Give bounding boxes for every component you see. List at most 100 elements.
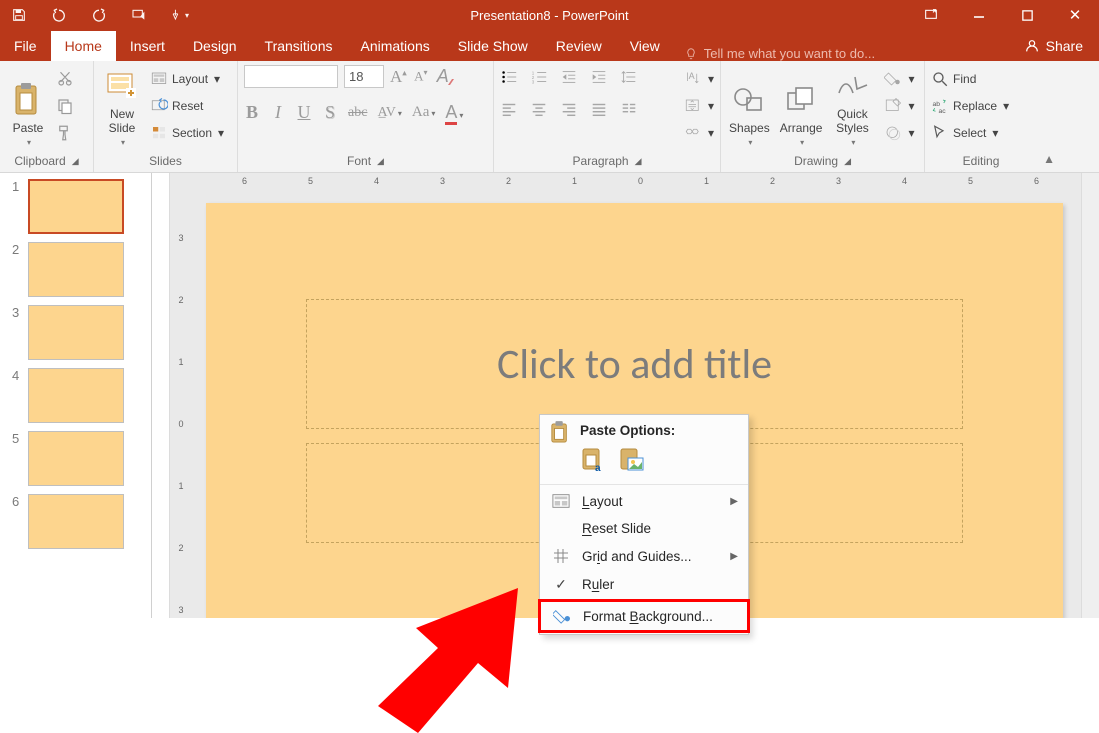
ctx-format-background-item[interactable]: Format Background... xyxy=(538,599,750,633)
font-color-button[interactable]: A▾ xyxy=(445,102,463,123)
layout-button[interactable]: Layout▾ xyxy=(150,69,224,89)
tab-slideshow[interactable]: Slide Show xyxy=(444,31,542,61)
minimize-icon[interactable] xyxy=(955,0,1003,30)
clipboard-dialog-launcher[interactable]: ◢ xyxy=(72,156,79,167)
ctx-reset-item[interactable]: Reset Slide xyxy=(540,515,748,542)
decrease-indent-button[interactable] xyxy=(560,68,582,89)
underline-button[interactable]: U xyxy=(296,102,312,123)
thumbnail-scrollbar[interactable] xyxy=(152,173,170,618)
find-button[interactable]: Find xyxy=(931,69,1009,89)
paragraph-dialog-launcher[interactable]: ◢ xyxy=(635,156,642,167)
thumbnail-6[interactable]: 6 xyxy=(0,488,151,551)
section-button[interactable]: Section▾ xyxy=(150,123,224,143)
font-name-input[interactable] xyxy=(244,65,338,88)
tab-review[interactable]: Review xyxy=(542,31,616,61)
change-case-button[interactable]: Aa▾ xyxy=(412,104,436,121)
smartart-button[interactable]: ▾ xyxy=(684,123,714,143)
numbering-button[interactable]: 123 xyxy=(530,68,552,89)
group-paragraph-label: Paragraph xyxy=(573,154,629,168)
align-left-button[interactable] xyxy=(500,100,522,121)
share-icon xyxy=(1024,38,1040,54)
ctx-ruler-item[interactable]: ✓ Ruler xyxy=(540,570,748,599)
touch-mouse-mode-icon[interactable]: ▾ xyxy=(168,4,190,26)
maximize-icon[interactable] xyxy=(1003,0,1051,30)
ctx-layout-item[interactable]: Layout ▶ xyxy=(540,487,748,515)
drawing-dialog-launcher[interactable]: ◢ xyxy=(844,156,851,167)
text-direction-button[interactable]: |A▾ xyxy=(684,69,714,89)
new-slide-button[interactable]: New Slide▾ xyxy=(100,65,144,147)
close-icon[interactable]: ✕ xyxy=(1051,0,1099,30)
thumbnail-2[interactable]: 2 xyxy=(0,236,151,299)
save-icon[interactable] xyxy=(8,4,30,26)
align-text-button[interactable]: ▾ xyxy=(684,96,714,116)
share-button[interactable]: Share xyxy=(1016,30,1099,61)
thumbnail-5[interactable]: 5 xyxy=(0,425,151,488)
select-icon xyxy=(931,124,949,142)
replace-button[interactable]: abacReplace▾ xyxy=(931,96,1009,116)
thumbnail-image xyxy=(28,179,124,234)
bullets-button[interactable] xyxy=(500,68,522,89)
tab-transitions[interactable]: Transitions xyxy=(251,31,347,61)
tell-me-search[interactable]: Tell me what you want to do... xyxy=(684,46,1016,61)
shadow-button[interactable]: S xyxy=(322,102,338,123)
shape-outline-button[interactable]: ▾ xyxy=(884,96,914,116)
shape-fill-button[interactable]: ▾ xyxy=(884,69,914,89)
tab-animations[interactable]: Animations xyxy=(346,31,443,61)
chevron-right-icon: ▶ xyxy=(730,551,738,562)
reset-button[interactable]: Reset xyxy=(150,96,224,116)
copy-button[interactable] xyxy=(56,96,74,116)
grow-font-button[interactable]: A▴ xyxy=(390,67,407,87)
arrange-button[interactable]: Arrange▾ xyxy=(778,65,825,147)
char-spacing-button[interactable]: A̲V▾ xyxy=(377,105,401,121)
tab-home[interactable]: Home xyxy=(51,31,116,61)
collapse-ribbon-button[interactable]: ▲ xyxy=(1043,152,1055,166)
cut-button[interactable] xyxy=(56,69,74,89)
columns-button[interactable] xyxy=(620,100,642,121)
title-bar: ▾ Presentation8 - PowerPoint ✕ xyxy=(0,0,1099,30)
format-painter-icon xyxy=(56,124,74,142)
shape-effects-button[interactable]: ▾ xyxy=(884,123,914,143)
justify-button[interactable] xyxy=(590,100,612,121)
clear-formatting-button[interactable]: A xyxy=(435,66,451,87)
tab-design[interactable]: Design xyxy=(179,31,251,61)
paste-button[interactable]: Paste▾ xyxy=(6,65,50,147)
tab-insert[interactable]: Insert xyxy=(116,31,179,61)
tab-view[interactable]: View xyxy=(616,31,674,61)
thumbnail-4[interactable]: 4 xyxy=(0,362,151,425)
redo-icon[interactable] xyxy=(88,4,110,26)
replace-icon: abac xyxy=(931,97,949,115)
start-from-beginning-icon[interactable] xyxy=(128,4,150,26)
thumbnail-1[interactable]: 1 xyxy=(0,173,151,236)
paste-picture-button[interactable] xyxy=(618,446,646,474)
strikethrough-button[interactable]: abc xyxy=(348,105,367,121)
check-icon: ✓ xyxy=(550,576,572,593)
layout-icon xyxy=(150,70,168,88)
paste-use-dest-theme-button[interactable]: a xyxy=(580,446,608,474)
quick-styles-button[interactable]: Quick Styles▾ xyxy=(830,65,874,147)
ctx-grid-guides-item[interactable]: Grid and Guides... ▶ xyxy=(540,542,748,570)
line-spacing-button[interactable] xyxy=(620,68,642,89)
vertical-scrollbar[interactable] xyxy=(1081,173,1099,618)
font-size-input[interactable]: 18 xyxy=(344,65,384,88)
shrink-font-button[interactable]: A▾ xyxy=(413,68,429,84)
italic-button[interactable]: I xyxy=(270,102,286,123)
thumbnail-image xyxy=(28,494,124,549)
title-placeholder[interactable]: Click to add title xyxy=(306,299,963,429)
shapes-icon xyxy=(732,85,766,115)
bold-button[interactable]: B xyxy=(244,102,260,123)
font-dialog-launcher[interactable]: ◢ xyxy=(377,156,384,167)
slide-thumbnail-pane[interactable]: 1 2 3 4 5 6 xyxy=(0,173,152,618)
increase-indent-button[interactable] xyxy=(590,68,612,89)
align-center-button[interactable] xyxy=(530,100,552,121)
tab-file[interactable]: File xyxy=(0,31,51,61)
shapes-button[interactable]: Shapes▾ xyxy=(727,65,772,147)
thumbnail-3[interactable]: 3 xyxy=(0,299,151,362)
align-right-button[interactable] xyxy=(560,100,582,121)
undo-icon[interactable] xyxy=(48,4,70,26)
context-menu: Paste Options: a Layout ▶ Reset Slide Gr… xyxy=(539,414,749,635)
ribbon-display-options-icon[interactable] xyxy=(907,0,955,30)
arrange-icon xyxy=(785,85,817,115)
format-painter-button[interactable] xyxy=(56,123,74,143)
select-button[interactable]: Select▾ xyxy=(931,123,1009,143)
ribbon-tab-strip: File Home Insert Design Transitions Anim… xyxy=(0,30,1099,61)
